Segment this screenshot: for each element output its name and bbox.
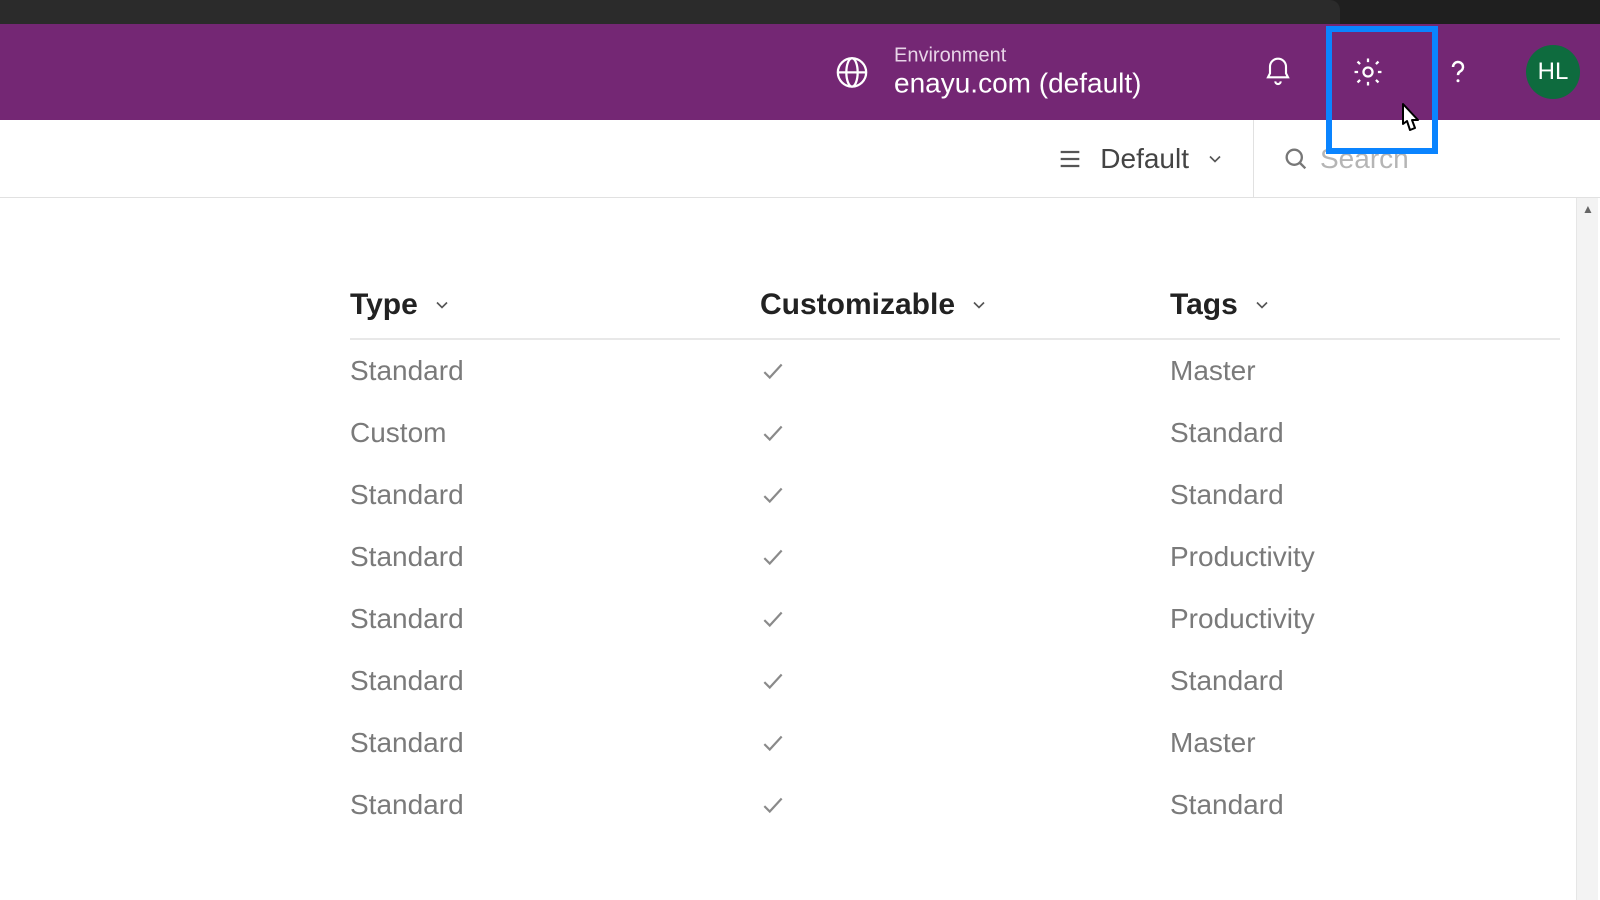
cell-type: Standard: [350, 727, 760, 759]
cell-type: Standard: [350, 789, 760, 821]
settings-gear-icon[interactable]: [1346, 50, 1390, 94]
table-row[interactable]: Standard Standard: [350, 774, 1560, 836]
check-icon: [760, 606, 786, 632]
table-row[interactable]: Standard Master: [350, 712, 1560, 774]
table-row[interactable]: Standard Standard: [350, 464, 1560, 526]
table-header-row: Type Customizable Tags: [350, 288, 1560, 340]
check-icon: [760, 420, 786, 446]
check-icon: [760, 792, 786, 818]
scrollbar-vertical[interactable]: ▲: [1576, 198, 1598, 900]
environment-name: enayu.com (default): [894, 67, 1141, 99]
table-row[interactable]: Standard Productivity: [350, 526, 1560, 588]
cell-customizable: [760, 544, 1170, 570]
table-row[interactable]: Standard Master: [350, 340, 1560, 402]
cell-tags: Standard: [1170, 665, 1560, 697]
environment-selector[interactable]: Environment enayu.com (default): [830, 44, 1141, 99]
chevron-down-icon: [1252, 295, 1272, 315]
chevron-down-icon: [969, 295, 989, 315]
cell-customizable: [760, 358, 1170, 384]
view-picker[interactable]: Default: [1056, 143, 1225, 175]
environment-label: Environment: [894, 44, 1141, 67]
cell-type: Custom: [350, 417, 760, 449]
avatar-initials: HL: [1538, 58, 1569, 86]
search-box[interactable]: [1253, 120, 1580, 197]
cell-tags: Standard: [1170, 417, 1560, 449]
scroll-up-arrow-icon[interactable]: ▲: [1577, 198, 1599, 220]
browser-chrome-strip: [0, 0, 1600, 24]
cell-tags: Productivity: [1170, 541, 1560, 573]
view-picker-label: Default: [1100, 143, 1189, 175]
cell-type: Standard: [350, 355, 760, 387]
cell-customizable: [760, 606, 1170, 632]
table-row[interactable]: Standard Standard: [350, 650, 1560, 712]
check-icon: [760, 544, 786, 570]
cell-customizable: [760, 420, 1170, 446]
table-row[interactable]: Standard Productivity: [350, 588, 1560, 650]
check-icon: [760, 358, 786, 384]
column-header-tags-label: Tags: [1170, 288, 1238, 322]
cell-customizable: [760, 730, 1170, 756]
chevron-down-icon: [1205, 149, 1225, 169]
cell-tags: Standard: [1170, 479, 1560, 511]
command-bar: Default: [0, 120, 1600, 198]
cell-tags: Master: [1170, 727, 1560, 759]
data-table: Type Customizable Tags Standard Master Cus…: [0, 198, 1600, 836]
column-header-tags[interactable]: Tags: [1170, 288, 1560, 322]
check-icon: [760, 730, 786, 756]
column-header-customizable[interactable]: Customizable: [760, 288, 1170, 322]
search-input[interactable]: [1320, 143, 1580, 175]
app-header: Environment enayu.com (default) HL: [0, 24, 1600, 120]
cell-tags: Standard: [1170, 789, 1560, 821]
cell-type: Standard: [350, 479, 760, 511]
content-area: Type Customizable Tags Standard Master Cus…: [0, 198, 1600, 900]
table-row[interactable]: Custom Standard: [350, 402, 1560, 464]
table-body: StandardMasterCustomStandardStandardStan…: [350, 340, 1560, 836]
column-header-type[interactable]: Type: [350, 288, 760, 322]
check-icon: [760, 668, 786, 694]
cell-customizable: [760, 482, 1170, 508]
cell-customizable: [760, 668, 1170, 694]
cell-tags: Master: [1170, 355, 1560, 387]
chevron-down-icon: [432, 295, 452, 315]
column-header-type-label: Type: [350, 288, 418, 322]
check-icon: [760, 482, 786, 508]
globe-icon: [830, 50, 874, 94]
cell-type: Standard: [350, 541, 760, 573]
user-avatar[interactable]: HL: [1526, 45, 1580, 99]
notifications-icon[interactable]: [1256, 50, 1300, 94]
cell-customizable: [760, 792, 1170, 818]
browser-tab-edge: [0, 0, 1340, 24]
cell-type: Standard: [350, 665, 760, 697]
search-icon: [1282, 145, 1310, 173]
help-icon[interactable]: [1436, 50, 1480, 94]
cell-tags: Productivity: [1170, 603, 1560, 635]
cell-type: Standard: [350, 603, 760, 635]
column-header-customizable-label: Customizable: [760, 288, 955, 322]
list-icon: [1056, 145, 1084, 173]
